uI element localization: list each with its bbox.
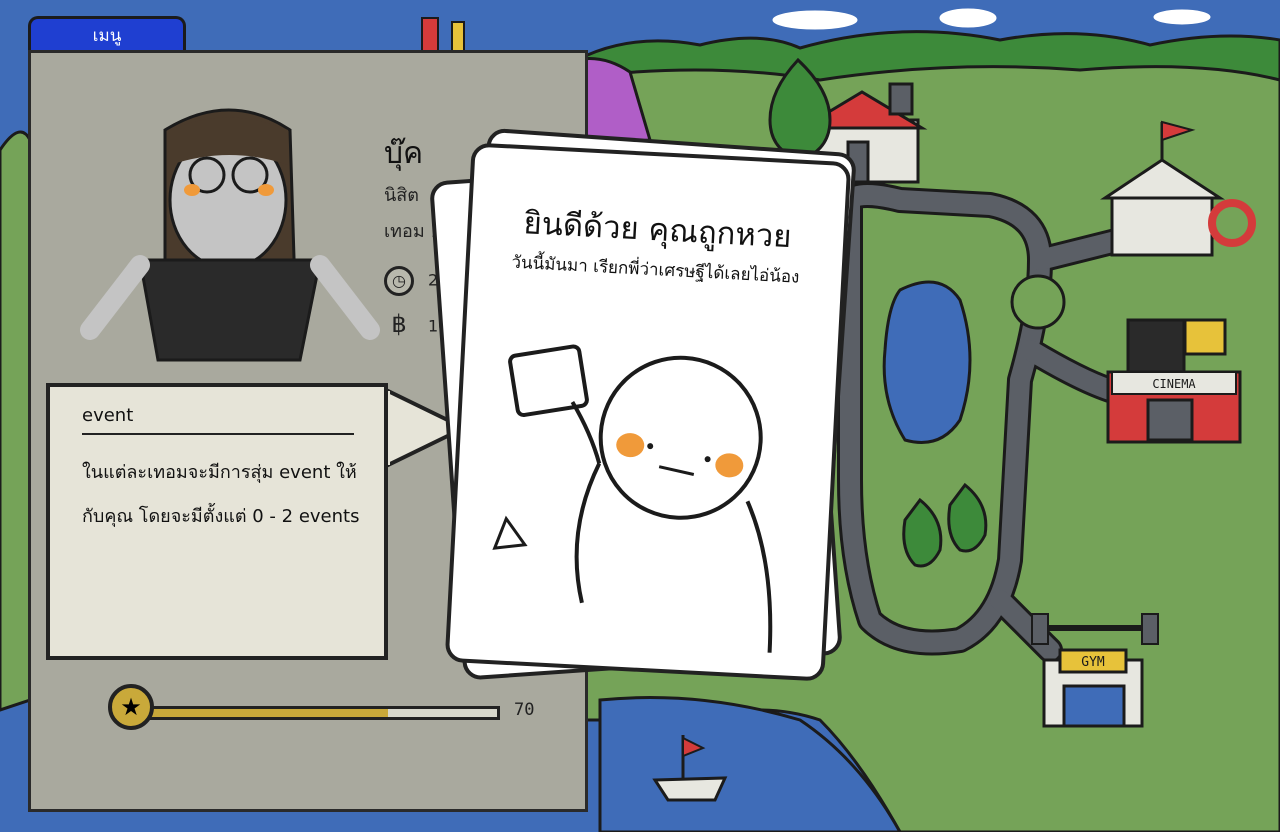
energy-bar-fill: [133, 709, 388, 717]
tooltip-title: event: [82, 405, 134, 426]
character-role: นิสิต: [384, 185, 419, 206]
lottery-winner-illustration: [492, 344, 773, 653]
book: [421, 17, 439, 53]
roundabout: [1010, 274, 1066, 330]
character-avatar: [80, 108, 380, 362]
energy-value: 70: [514, 700, 535, 720]
time-stat: ◷ 2: [384, 266, 438, 296]
menu-tab[interactable]: เมนู: [28, 16, 186, 53]
energy-bar-track: [130, 706, 500, 720]
event-tooltip: event ในแต่ละเทอมจะมีการสุ่ม event ให้กั…: [46, 383, 388, 660]
lottery-event-card[interactable]: ยินดีด้วย คุณถูกหวย วันนี้มันมา เรียกพี่…: [444, 142, 852, 682]
book: [451, 21, 465, 53]
cinema-label: CINEMA: [1152, 377, 1196, 391]
lake: [882, 280, 972, 444]
energy-bar: 70: [130, 696, 550, 726]
baht-icon: ฿: [391, 310, 407, 338]
gym-building: [1031, 613, 1159, 728]
left-land: [0, 130, 32, 712]
character-name: บุ๊ค: [384, 136, 424, 171]
star-icon: ★: [108, 684, 154, 730]
gym-label: GYM: [1081, 655, 1105, 670]
tooltip-divider: [82, 433, 354, 435]
tooltip-body: ในแต่ละเทอมจะมีการสุ่ม event ให้กับคุณ โ…: [82, 462, 360, 527]
clock-icon: ◷: [384, 266, 414, 296]
